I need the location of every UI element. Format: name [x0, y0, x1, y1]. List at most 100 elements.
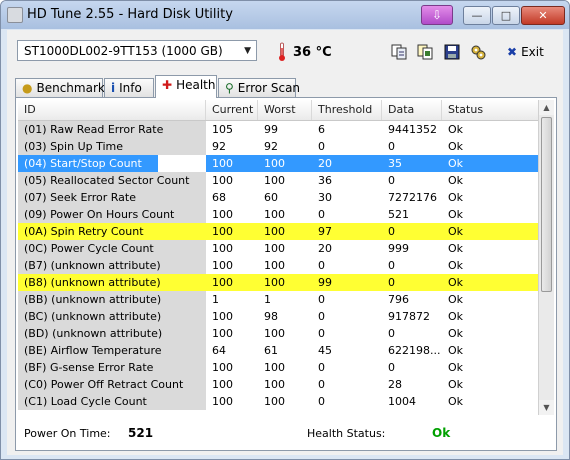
app-window: HD Tune 2.55 - Hard Disk Utility ⇩ — □ ✕… [0, 0, 570, 460]
cell-status: Ok [448, 140, 464, 153]
cell-id: (0C) Power Cycle Count [18, 240, 206, 257]
cell-data: 0 [382, 223, 442, 240]
tab-benchmark[interactable]: ● Benchmark [15, 78, 105, 97]
cell-current: 100 [212, 174, 233, 187]
smart-attribute-list[interactable]: ID Current Worst Threshold Data Status (… [18, 100, 538, 415]
drive-select[interactable]: ST1000DL002-9TT153 (1000 GB) ▼ [17, 40, 257, 61]
cell-id: (BF) G-sense Error Rate [18, 359, 206, 376]
table-row[interactable]: (09) Power On Hours Count 100 100 0 521 Ok [18, 206, 538, 223]
column-header-current[interactable]: Current [206, 100, 258, 120]
tab-health[interactable]: ✚ Health [155, 75, 217, 98]
cell-id: (BE) Airflow Temperature [18, 342, 206, 359]
cell-worst: 100 [264, 327, 285, 340]
column-header-worst[interactable]: Worst [258, 100, 312, 120]
table-row[interactable]: (01) Raw Read Error Rate 105 99 6 9441352 Ok [18, 121, 538, 138]
cell-data: 796 [388, 293, 409, 306]
power-on-label: Power On Time: [24, 427, 111, 440]
column-header-status[interactable]: Status [442, 100, 538, 120]
table-row[interactable]: (04) Start/Stop Count 100 100 20 35 Ok [18, 155, 538, 172]
scroll-thumb[interactable] [541, 117, 552, 292]
cell-threshold: 6 [318, 123, 325, 136]
cell-status: Ok [448, 344, 464, 357]
table-row[interactable]: (BF) G-sense Error Rate 100 100 0 0 Ok [18, 359, 538, 376]
table-row[interactable]: (BD) (unknown attribute) 100 100 0 0 Ok [18, 325, 538, 342]
download-icon[interactable]: ⇩ [421, 5, 453, 25]
hdd-app-icon [7, 7, 23, 23]
close-button[interactable]: ✕ [521, 6, 565, 25]
cell-id: (0A) Spin Retry Count [18, 223, 206, 240]
cell-data: 521 [388, 208, 409, 221]
cell-status: Ok [448, 259, 464, 272]
cell-worst: 100 [264, 242, 285, 255]
exit-label: Exit [521, 45, 544, 59]
cell-threshold: 36 [318, 174, 332, 187]
table-row[interactable]: (BC) (unknown attribute) 100 98 0 917872 Ok [18, 308, 538, 325]
options-icon[interactable] [469, 43, 487, 61]
table-row[interactable]: (C0) Power Off Retract Count 100 100 0 28 Ok [18, 376, 538, 393]
table-row[interactable]: (B7) (unknown attribute) 100 100 0 0 Ok [18, 257, 538, 274]
cell-data: 917872 [388, 310, 430, 323]
table-row[interactable]: (07) Seek Error Rate 68 60 30 7272176 Ok [18, 189, 538, 206]
column-header-id[interactable]: ID [18, 100, 206, 120]
cell-worst: 100 [264, 361, 285, 374]
cell-worst: 100 [264, 174, 285, 187]
table-row[interactable]: (BB) (unknown attribute) 1 1 0 796 Ok [18, 291, 538, 308]
vertical-scrollbar[interactable]: ▲ ▼ [538, 100, 554, 415]
copy-all-icon[interactable] [416, 43, 434, 61]
cell-threshold: 0 [318, 378, 325, 391]
table-row[interactable]: (C1) Load Cycle Count 100 100 0 1004 Ok [18, 393, 538, 410]
cell-data: 9441352 [388, 123, 437, 136]
cell-id: (05) Reallocated Sector Count [18, 172, 206, 189]
copy-icon[interactable] [390, 43, 408, 61]
cell-worst: 60 [264, 191, 278, 204]
cell-threshold: 0 [318, 395, 325, 408]
table-row[interactable]: (0C) Power Cycle Count 100 100 20 999 Ok [18, 240, 538, 257]
cell-data: 0 [388, 140, 395, 153]
cell-status: Ok [448, 327, 464, 340]
cell-threshold: 99 [312, 274, 382, 291]
maximize-button[interactable]: □ [492, 6, 520, 25]
cell-id: (03) Spin Up Time [18, 138, 206, 155]
title-bar[interactable]: HD Tune 2.55 - Hard Disk Utility ⇩ — □ ✕ [1, 1, 569, 29]
cell-current: 100 [212, 361, 233, 374]
table-row[interactable]: (05) Reallocated Sector Count 100 100 36 0 Ok [18, 172, 538, 189]
exit-button[interactable]: ✖ Exit [507, 45, 544, 59]
tab-error-scan-label: Error Scan [237, 81, 301, 95]
table-row[interactable]: (B8) (unknown attribute) 100 100 99 0 Ok [18, 274, 538, 291]
column-header-threshold[interactable]: Threshold [312, 100, 382, 120]
cell-data: 622198... [388, 344, 441, 357]
magnifier-icon: ⚲ [225, 81, 234, 95]
cell-data: 999 [388, 242, 409, 255]
table-row[interactable]: (0A) Spin Retry Count 100 100 97 0 Ok [18, 223, 538, 240]
tab-info[interactable]: i Info [104, 78, 154, 97]
cell-id: (C0) Power Off Retract Count [18, 376, 206, 393]
save-icon[interactable] [443, 43, 461, 61]
scroll-up-icon[interactable]: ▲ [539, 100, 554, 115]
power-on-value: 521 [128, 426, 154, 440]
cell-status: Ok [448, 174, 464, 187]
benchmark-icon: ● [22, 81, 33, 95]
table-row[interactable]: (BE) Airflow Temperature 64 61 45 622198... O… [18, 342, 538, 359]
minimize-button[interactable]: — [463, 6, 491, 25]
cell-threshold: 0 [318, 293, 325, 306]
cell-data: 7272176 [388, 191, 437, 204]
health-icon: ✚ [162, 78, 173, 92]
cell-current: 100 [206, 274, 258, 291]
cell-current: 100 [206, 155, 258, 172]
cell-status: Ok [442, 155, 538, 172]
drive-select-value: ST1000DL002-9TT153 (1000 GB) [24, 44, 223, 58]
cell-id: (C1) Load Cycle Count [18, 393, 206, 410]
cell-status: Ok [448, 123, 464, 136]
tab-error-scan[interactable]: ⚲ Error Scan [218, 78, 300, 97]
cell-worst: 100 [258, 274, 312, 291]
cell-id: (09) Power On Hours Count [18, 206, 206, 223]
temperature-readout: 36 °C [293, 45, 332, 60]
scroll-down-icon[interactable]: ▼ [539, 400, 554, 415]
cell-id: (BD) (unknown attribute) [18, 325, 206, 342]
column-header-data[interactable]: Data [382, 100, 442, 120]
cell-current: 100 [212, 242, 233, 255]
table-row[interactable]: (03) Spin Up Time 92 92 0 0 Ok [18, 138, 538, 155]
selection-gap [158, 155, 206, 172]
cell-id: (B7) (unknown attribute) [18, 257, 206, 274]
cell-threshold: 20 [318, 242, 332, 255]
